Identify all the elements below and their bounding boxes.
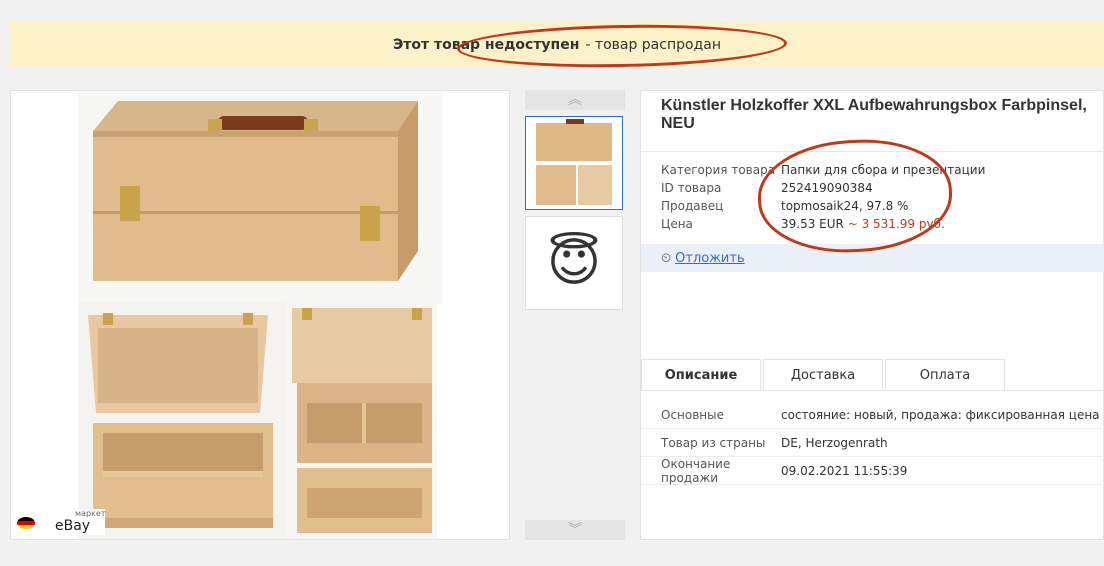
- info-tabs: Описание Доставка Оплата: [641, 359, 1007, 391]
- main-photo-closed-box[interactable]: [78, 91, 443, 304]
- chevron-double-down-icon[interactable]: ︾: [525, 520, 625, 540]
- product-gallery[interactable]: маркет eBay: [10, 90, 510, 540]
- detail-label: Товар из страны: [661, 435, 766, 450]
- marketplace-name: eBay: [55, 518, 91, 534]
- marketplace-badge: маркет eBay: [45, 509, 105, 535]
- thumbnail-1[interactable]: [525, 116, 623, 210]
- drawer-box-photo[interactable]: [287, 303, 437, 540]
- thumbnail-strip: ︽ 😇 ︾: [525, 90, 625, 540]
- angel-face-icon: 😇: [546, 233, 602, 293]
- save-for-later-link[interactable]: Отложить: [675, 251, 744, 266]
- detail-row: Основные состояние: новый, продажа: фикс…: [641, 401, 1104, 429]
- detail-label: Окончание продажи: [661, 456, 731, 485]
- detail-value: DE, Herzogenrath: [781, 435, 888, 450]
- tab-payment[interactable]: Оплата: [885, 359, 1005, 391]
- detail-row: Товар из страны DE, Herzogenrath: [641, 429, 1104, 457]
- thumbnail-box-image: [536, 119, 612, 205]
- clock-icon: ⏲: [661, 250, 672, 266]
- description-details: Основные состояние: новый, продажа: фикс…: [641, 401, 1104, 485]
- unavailable-banner: Этот товар недоступен - товар распродан: [10, 22, 1104, 70]
- marketplace-caption: маркет: [75, 509, 106, 518]
- detail-label: Основные: [661, 407, 725, 422]
- tab-delivery[interactable]: Доставка: [763, 359, 883, 391]
- product-title: Künstler Holzkoffer XXL Aufbewahrungsbox…: [661, 97, 1087, 132]
- detail-value: состояние: новый, продажа: фиксированная…: [781, 407, 1100, 422]
- detail-row: Окончание продажи 09.02.2021 11:55:39: [641, 457, 1104, 485]
- germany-flag-icon: [17, 517, 35, 529]
- tabs-divider: [641, 390, 1104, 391]
- chevron-double-up-icon[interactable]: ︽: [525, 90, 625, 110]
- open-box-photo[interactable]: [78, 303, 288, 540]
- flag-stripe-gold: [17, 525, 35, 529]
- tab-description[interactable]: Описание: [641, 359, 761, 391]
- detail-value: 09.02.2021 11:55:39: [781, 463, 908, 478]
- thumbnail-2[interactable]: 😇: [525, 216, 623, 310]
- annotation-circle: [456, 22, 788, 70]
